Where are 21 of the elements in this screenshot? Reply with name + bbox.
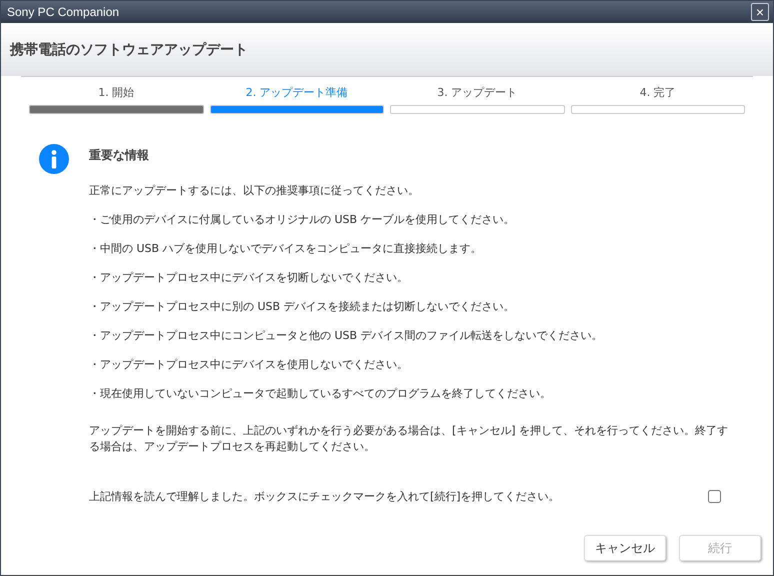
agreement-checkbox[interactable] bbox=[708, 490, 721, 503]
info-icon bbox=[39, 144, 69, 174]
info-text: 正常にアップデートするには、以下の推奨事項に従ってください。 bbox=[89, 183, 420, 198]
bullet-text: ・アップデートプロセス中にデバイスを切断しないでください。 bbox=[89, 270, 409, 285]
step-label: 3. アップデート bbox=[437, 85, 518, 100]
step-label: 2. アップデート準備 bbox=[246, 85, 348, 100]
step-label: 1. 開始 bbox=[98, 85, 134, 100]
bullet-text: ・アップデートプロセス中にデバイスを使用しないでください。 bbox=[89, 357, 409, 372]
bullet-text: ・中間の USB ハブを使用しないでデバイスをコンピュータに直接接続します。 bbox=[89, 241, 483, 256]
dialog-button[interactable]: キャンセル bbox=[584, 535, 666, 561]
close-button[interactable]: × bbox=[751, 3, 769, 21]
bullet-text: ・現在使用していないコンピュータで起動しているすべてのプログラムを終了してください。 bbox=[89, 386, 552, 401]
info-title: 重要な情報 bbox=[89, 147, 150, 164]
agreement-text: 上記情報を読んで理解しました。ボックスにチェックマークを入れて[続行]を押してください。 bbox=[89, 489, 560, 504]
bullet-text: ・アップデートプロセス中に別の USB デバイスを接続または切断しないでください。 bbox=[89, 299, 516, 314]
step-label: 4. 完了 bbox=[640, 85, 676, 100]
bullet-text: ・アップデートプロセス中にコンピュータと他の USB デバイス間のファイル転送をしないでください。 bbox=[89, 328, 604, 343]
dialog-title: 携帯電話のソフトウェアアップデート bbox=[10, 40, 248, 58]
note-text: アップデートを開始する前に、上記のいずれかを行う必要がある場合は、[キャンセル] を押して、それを行ってください。終了する場合は、アップデートプロセスを再起動してください。 bbox=[89, 423, 730, 455]
bullet-text: ・ご使用のデバイスに付属しているオリジナルの USB ケーブルを使用してください。 bbox=[89, 212, 516, 227]
window-title: Sony PC Companion bbox=[7, 5, 120, 19]
